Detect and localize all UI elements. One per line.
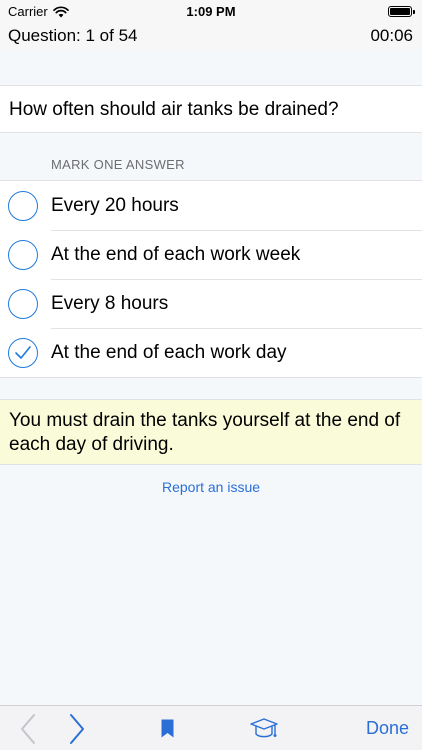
answer-label: Every 20 hours [51, 195, 179, 216]
answer-option-1[interactable]: Every 20 hours [0, 181, 422, 230]
status-time: 1:09 PM [186, 4, 236, 19]
answer-label: At the end of each work day [51, 342, 287, 363]
answer-option-4[interactable]: At the end of each work day [0, 328, 422, 377]
bookmark-icon [161, 719, 173, 738]
question-counter: Question: 1 of 54 [8, 26, 138, 45]
radio-circle-icon[interactable] [8, 289, 38, 319]
answer-label: At the end of each work week [51, 244, 301, 265]
bookmark-button[interactable] [155, 706, 179, 750]
answer-list: Every 20 hours At the end of each work w… [0, 180, 422, 378]
answers-section-label: MARK ONE ANSWER [51, 157, 185, 172]
radio-circle-icon[interactable] [8, 191, 38, 221]
previous-question-button[interactable] [14, 706, 42, 750]
quiz-timer: 00:06 [370, 26, 413, 45]
answer-option-3[interactable]: Every 8 hours [0, 279, 422, 328]
explanation-text: You must drain the tanks yourself at the… [0, 399, 422, 465]
question-header: Question: 1 of 54 00:06 [0, 22, 422, 50]
question-text: How often should air tanks be drained? [0, 85, 422, 133]
radio-checked-icon[interactable] [8, 338, 38, 368]
done-button[interactable]: Done [366, 706, 409, 750]
chevron-right-icon [70, 713, 84, 744]
bottom-toolbar: Done [0, 705, 422, 750]
quiz-screen: Carrier 1:09 PM Question: 1 of 54 00:06 … [0, 0, 422, 750]
answer-option-2[interactable]: At the end of each work week [0, 230, 422, 279]
radio-circle-icon[interactable] [8, 240, 38, 270]
battery-icon [388, 6, 415, 17]
report-issue-link[interactable]: Report an issue [0, 479, 422, 495]
chevron-left-icon [21, 713, 35, 744]
next-question-button[interactable] [63, 706, 91, 750]
study-mode-button[interactable] [246, 706, 282, 750]
status-bar: Carrier 1:09 PM [0, 0, 422, 22]
graduation-cap-icon [250, 717, 278, 737]
answer-label: Every 8 hours [51, 293, 169, 314]
checkmark-icon [15, 346, 31, 359]
